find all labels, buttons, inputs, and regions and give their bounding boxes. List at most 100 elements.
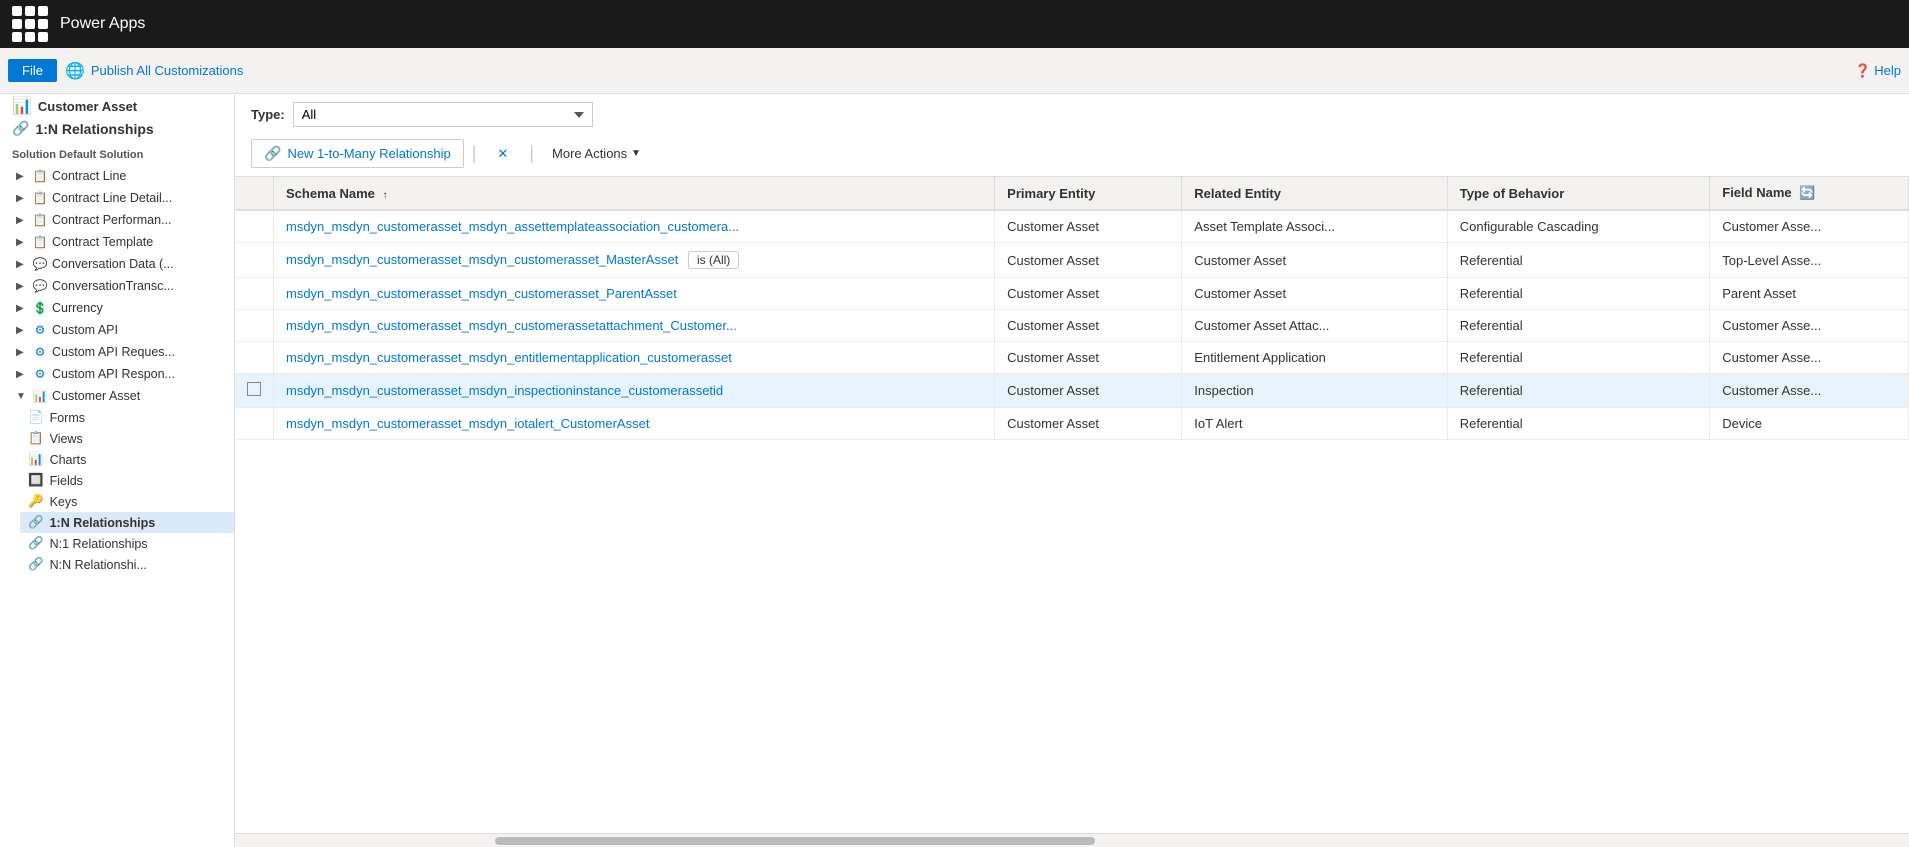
action-toolbar: 🔗 New 1-to-Many Relationship | ✕ | More …	[235, 135, 1909, 177]
table-row: msdyn_msdyn_customerasset_msdyn_customer…	[235, 243, 1909, 278]
row-field-name: Device	[1710, 408, 1909, 440]
row-checkbox-cell	[235, 243, 274, 278]
sidebar-item-contract-performance[interactable]: ▶ 📋 Contract Performan...	[0, 209, 234, 231]
nn-icon: 🔗	[28, 557, 44, 572]
sort-icon: ↑	[383, 190, 388, 201]
sidebar-item-contract-line-detail[interactable]: ▶ 📋 Contract Line Detail...	[0, 187, 234, 209]
sidebar-item-contract-line[interactable]: ▶ 📋 Contract Line	[0, 165, 234, 187]
row-primary-entity: Customer Asset	[995, 310, 1182, 342]
sidebar-item-conversation-transcript[interactable]: ▶ 💬 ConversationTransc...	[0, 275, 234, 297]
row-type-of-behavior: Referential	[1447, 342, 1709, 374]
col-type-of-behavior[interactable]: Type of Behavior	[1447, 177, 1709, 210]
sidebar-item-charts[interactable]: 📊 Charts	[20, 449, 234, 470]
table-row: msdyn_msdyn_customerasset_msdyn_iotalert…	[235, 408, 1909, 440]
row-checkbox[interactable]	[247, 382, 261, 396]
refresh-icon[interactable]: 🔄	[1799, 185, 1815, 200]
row-schema-name[interactable]: msdyn_msdyn_customerasset_msdyn_entitlem…	[274, 342, 995, 374]
sidebar-item-forms[interactable]: 📄 Forms	[20, 407, 234, 428]
row-type-of-behavior: Configurable Cascading	[1447, 210, 1709, 243]
sidebar-item-contract-template[interactable]: ▶ 📋 Contract Template	[0, 231, 234, 253]
sidebar-item-views[interactable]: 📋 Views	[20, 428, 234, 449]
sidebar-item-fields[interactable]: 🔲 Fields	[20, 470, 234, 491]
row-related-entity: Customer Asset	[1182, 278, 1448, 310]
icon: ⚙	[32, 366, 48, 382]
sidebar-item-currency[interactable]: ▶ 💲 Currency	[0, 297, 234, 319]
sidebar-item-1n-relationships[interactable]: 🔗 1:N Relationships	[20, 512, 234, 533]
relationship-table-container: Schema Name ↑ Primary Entity Related Ent…	[235, 177, 1909, 833]
col-primary-entity[interactable]: Primary Entity	[995, 177, 1182, 210]
help-link[interactable]: ❓ Help	[1854, 63, 1901, 79]
row-related-entity: Customer Asset Attac...	[1182, 310, 1448, 342]
icon: 📊	[32, 388, 48, 404]
sidebar-item-conversation-data[interactable]: ▶ 💬 Conversation Data (...	[0, 253, 234, 275]
sidebar-item-custom-api-response[interactable]: ▶ ⚙ Custom API Respon...	[0, 363, 234, 385]
sidebar-item-n1-relationships[interactable]: 🔗 N:1 Relationships	[20, 533, 234, 554]
publish-button[interactable]: 🌐 Publish All Customizations	[65, 61, 243, 81]
topbar: Power Apps	[0, 0, 1909, 48]
icon: 📋	[32, 212, 48, 228]
table-header-row: Schema Name ↑ Primary Entity Related Ent…	[235, 177, 1909, 210]
delete-icon: ✕	[497, 146, 508, 162]
row-related-entity: Customer Asset	[1182, 243, 1448, 278]
row-related-entity: IoT Alert	[1182, 408, 1448, 440]
row-field-name: Customer Asse...	[1710, 310, 1909, 342]
col-schema-name[interactable]: Schema Name ↑	[274, 177, 995, 210]
row-schema-name[interactable]: msdyn_msdyn_customerasset_msdyn_iotalert…	[274, 408, 995, 440]
sidebar-item-customer-asset[interactable]: ▼ 📊 Customer Asset	[0, 385, 234, 407]
row-type-of-behavior: Referential	[1447, 243, 1709, 278]
col-field-name[interactable]: Field Name 🔄	[1710, 177, 1909, 210]
row-schema-name[interactable]: msdyn_msdyn_customerasset_msdyn_customer…	[274, 243, 995, 278]
expander-icon: ▶	[16, 193, 28, 204]
app-grid-icon[interactable]	[12, 6, 48, 42]
sidebar-item-custom-api[interactable]: ▶ ⚙ Custom API	[0, 319, 234, 341]
horizontal-scrollbar[interactable]	[235, 833, 1909, 847]
row-field-name: Customer Asse...	[1710, 374, 1909, 408]
new-relationship-icon: 🔗	[264, 145, 281, 162]
col-checkbox	[235, 177, 274, 210]
contract-line-icon: 📋	[32, 168, 48, 184]
sidebar-item-keys[interactable]: 🔑 Keys	[20, 491, 234, 512]
sidebar-item-nn-relationships[interactable]: 🔗 N:N Relationshi...	[20, 554, 234, 575]
row-schema-name[interactable]: msdyn_msdyn_customerasset_msdyn_customer…	[274, 278, 995, 310]
row-field-name: Customer Asse...	[1710, 210, 1909, 243]
delete-button[interactable]: ✕	[484, 140, 521, 168]
main-layout: 📊 Customer Asset 🔗 1:N Relationships Sol…	[0, 94, 1909, 847]
fields-icon: 🔲	[28, 473, 44, 488]
new-relationship-button[interactable]: 🔗 New 1-to-Many Relationship	[251, 139, 464, 168]
more-actions-button[interactable]: More Actions ▼	[542, 141, 651, 166]
row-type-of-behavior: Referential	[1447, 374, 1709, 408]
customer-asset-children: 📄 Forms 📋 Views 📊 Charts 🔲 Fields 🔑 Keys…	[0, 407, 234, 575]
row-field-name: Top-Level Asse...	[1710, 243, 1909, 278]
charts-icon: 📊	[28, 452, 44, 467]
help-icon: ❓	[1854, 63, 1870, 78]
row-primary-entity: Customer Asset	[995, 342, 1182, 374]
more-actions-label: More Actions	[552, 146, 627, 161]
views-icon: 📋	[28, 431, 44, 446]
type-filter-area: Type: All Custom Standard	[235, 94, 1909, 135]
file-button[interactable]: File	[8, 59, 57, 82]
row-type-of-behavior: Referential	[1447, 278, 1709, 310]
row-related-entity: Entitlement Application	[1182, 342, 1448, 374]
row-schema-name[interactable]: msdyn_msdyn_customerasset_msdyn_customer…	[274, 310, 995, 342]
expander-icon: ▶	[16, 171, 28, 182]
icon: 💲	[32, 300, 48, 316]
relationship-subtitle: 🔗 1:N Relationships	[0, 118, 234, 143]
relationship-icon: 🔗	[12, 120, 29, 137]
solution-label: Solution Default Solution	[0, 143, 234, 165]
main-content: Type: All Custom Standard 🔗 New 1-to-Man…	[235, 94, 1909, 847]
expander-icon: ▶	[16, 325, 28, 336]
row-related-entity: Asset Template Associ...	[1182, 210, 1448, 243]
expander-icon: ▶	[16, 369, 28, 380]
filebar: File 🌐 Publish All Customizations ❓ Help	[0, 48, 1909, 94]
row-checkbox-cell	[235, 210, 274, 243]
icon: 💬	[32, 256, 48, 272]
publish-icon: 🌐	[65, 61, 85, 81]
sidebar-item-custom-api-request[interactable]: ▶ ⚙ Custom API Reques...	[0, 341, 234, 363]
col-related-entity[interactable]: Related Entity	[1182, 177, 1448, 210]
row-schema-name[interactable]: msdyn_msdyn_customerasset_msdyn_assettem…	[274, 210, 995, 243]
relationship-table: Schema Name ↑ Primary Entity Related Ent…	[235, 177, 1909, 440]
row-schema-name[interactable]: msdyn_msdyn_customerasset_msdyn_inspecti…	[274, 374, 995, 408]
type-select[interactable]: All Custom Standard	[293, 102, 593, 127]
row-checkbox-cell[interactable]	[235, 374, 274, 408]
icon: 💬	[32, 278, 48, 294]
